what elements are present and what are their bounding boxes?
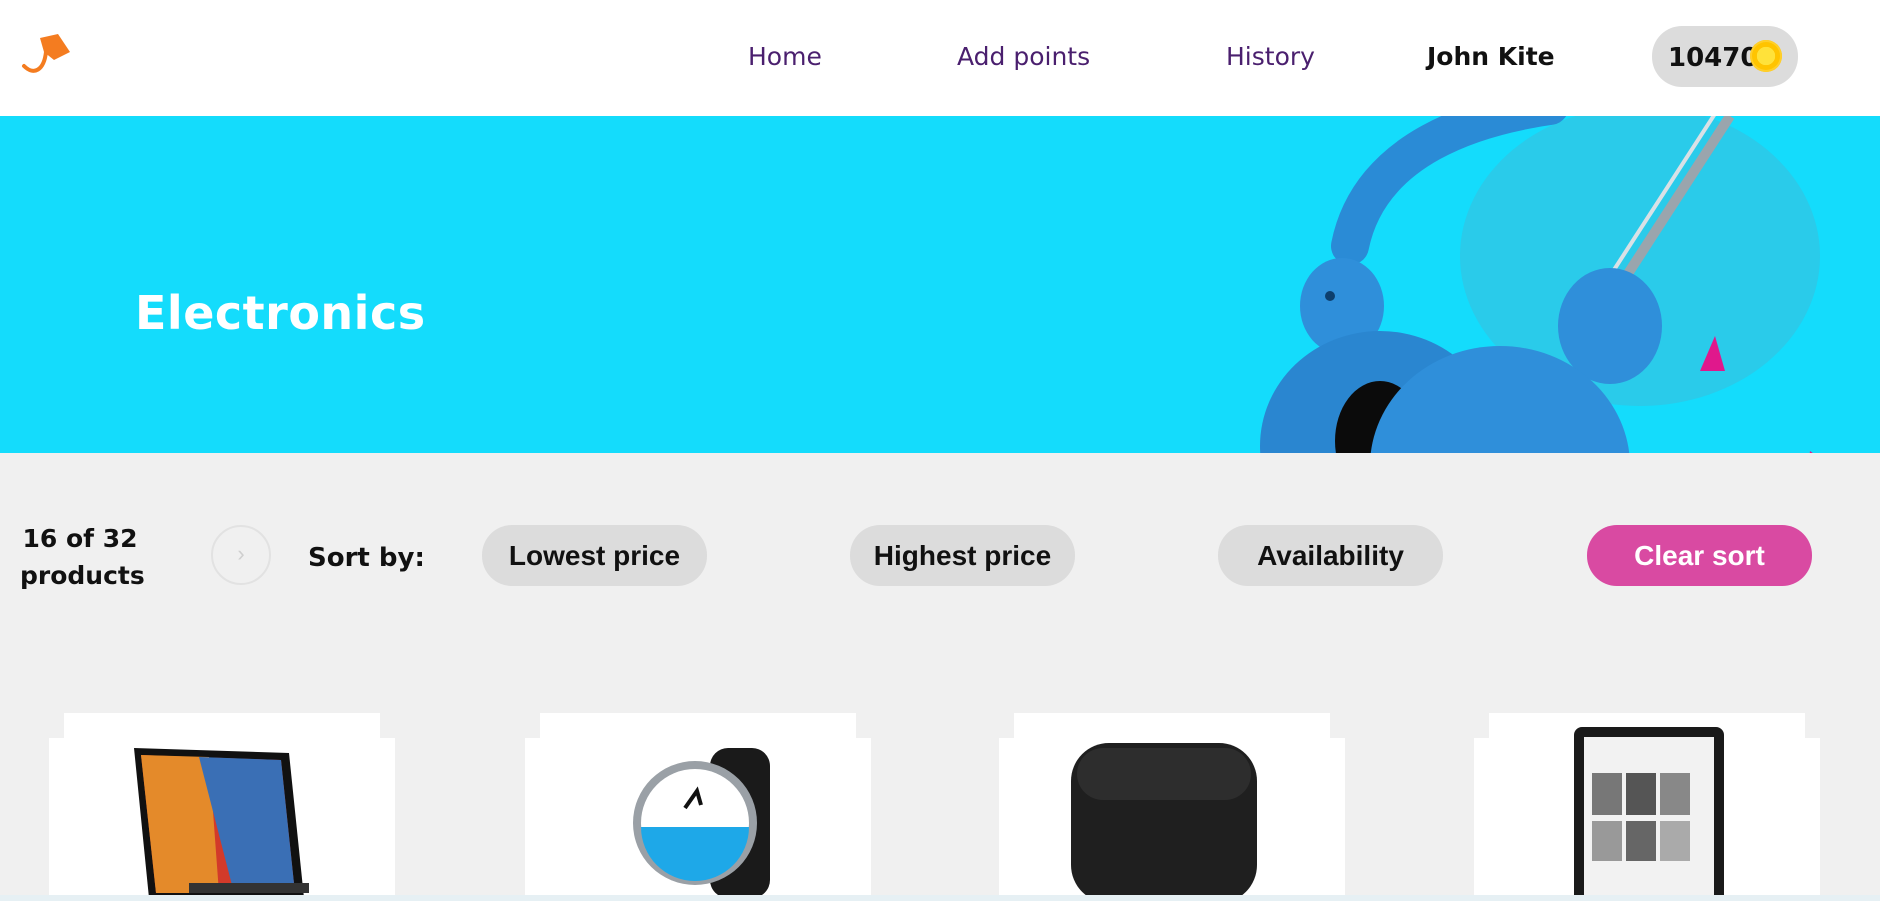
tablet-product-image — [134, 748, 309, 898]
smartwatch-product-image — [633, 748, 770, 898]
sort-label: Sort by: — [308, 543, 425, 573]
page-bottom-edge — [0, 895, 1880, 901]
bag-logo-icon[interactable] — [20, 30, 74, 84]
coin-icon — [1750, 40, 1782, 72]
clear-sort-button[interactable]: Clear sort — [1587, 525, 1812, 586]
headphones-illustration — [1260, 116, 1820, 453]
speaker-product-image — [1071, 743, 1257, 901]
product-count-line2: products — [20, 561, 145, 590]
nav-home-link[interactable]: Home — [748, 42, 822, 71]
product-count: 16 of 32 products — [20, 520, 145, 594]
category-title: Electronics — [135, 286, 426, 340]
product-card[interactable] — [1474, 713, 1820, 901]
product-count-line1: 16 of 32 — [22, 524, 138, 553]
sort-availability-button[interactable]: Availability — [1218, 525, 1443, 586]
points-balance[interactable]: 10470 — [1652, 26, 1798, 87]
chevron-right-icon: › — [237, 541, 245, 566]
points-value: 10470 — [1668, 43, 1759, 73]
nav-add-points-link[interactable]: Add points — [957, 42, 1090, 71]
top-navbar: Home Add points History John Kite 10470 — [0, 0, 1880, 116]
product-card[interactable] — [525, 713, 871, 901]
product-card[interactable] — [49, 713, 395, 901]
nav-history-link[interactable]: History — [1226, 42, 1315, 71]
product-card[interactable] — [999, 713, 1345, 901]
user-name[interactable]: John Kite — [1427, 42, 1555, 71]
category-hero-banner: Electronics — [0, 116, 1880, 453]
sort-lowest-price-button[interactable]: Lowest price — [482, 525, 707, 586]
next-page-button[interactable]: › — [211, 525, 271, 585]
ereader-product-image — [1574, 727, 1724, 901]
sort-highest-price-button[interactable]: Highest price — [850, 525, 1075, 586]
